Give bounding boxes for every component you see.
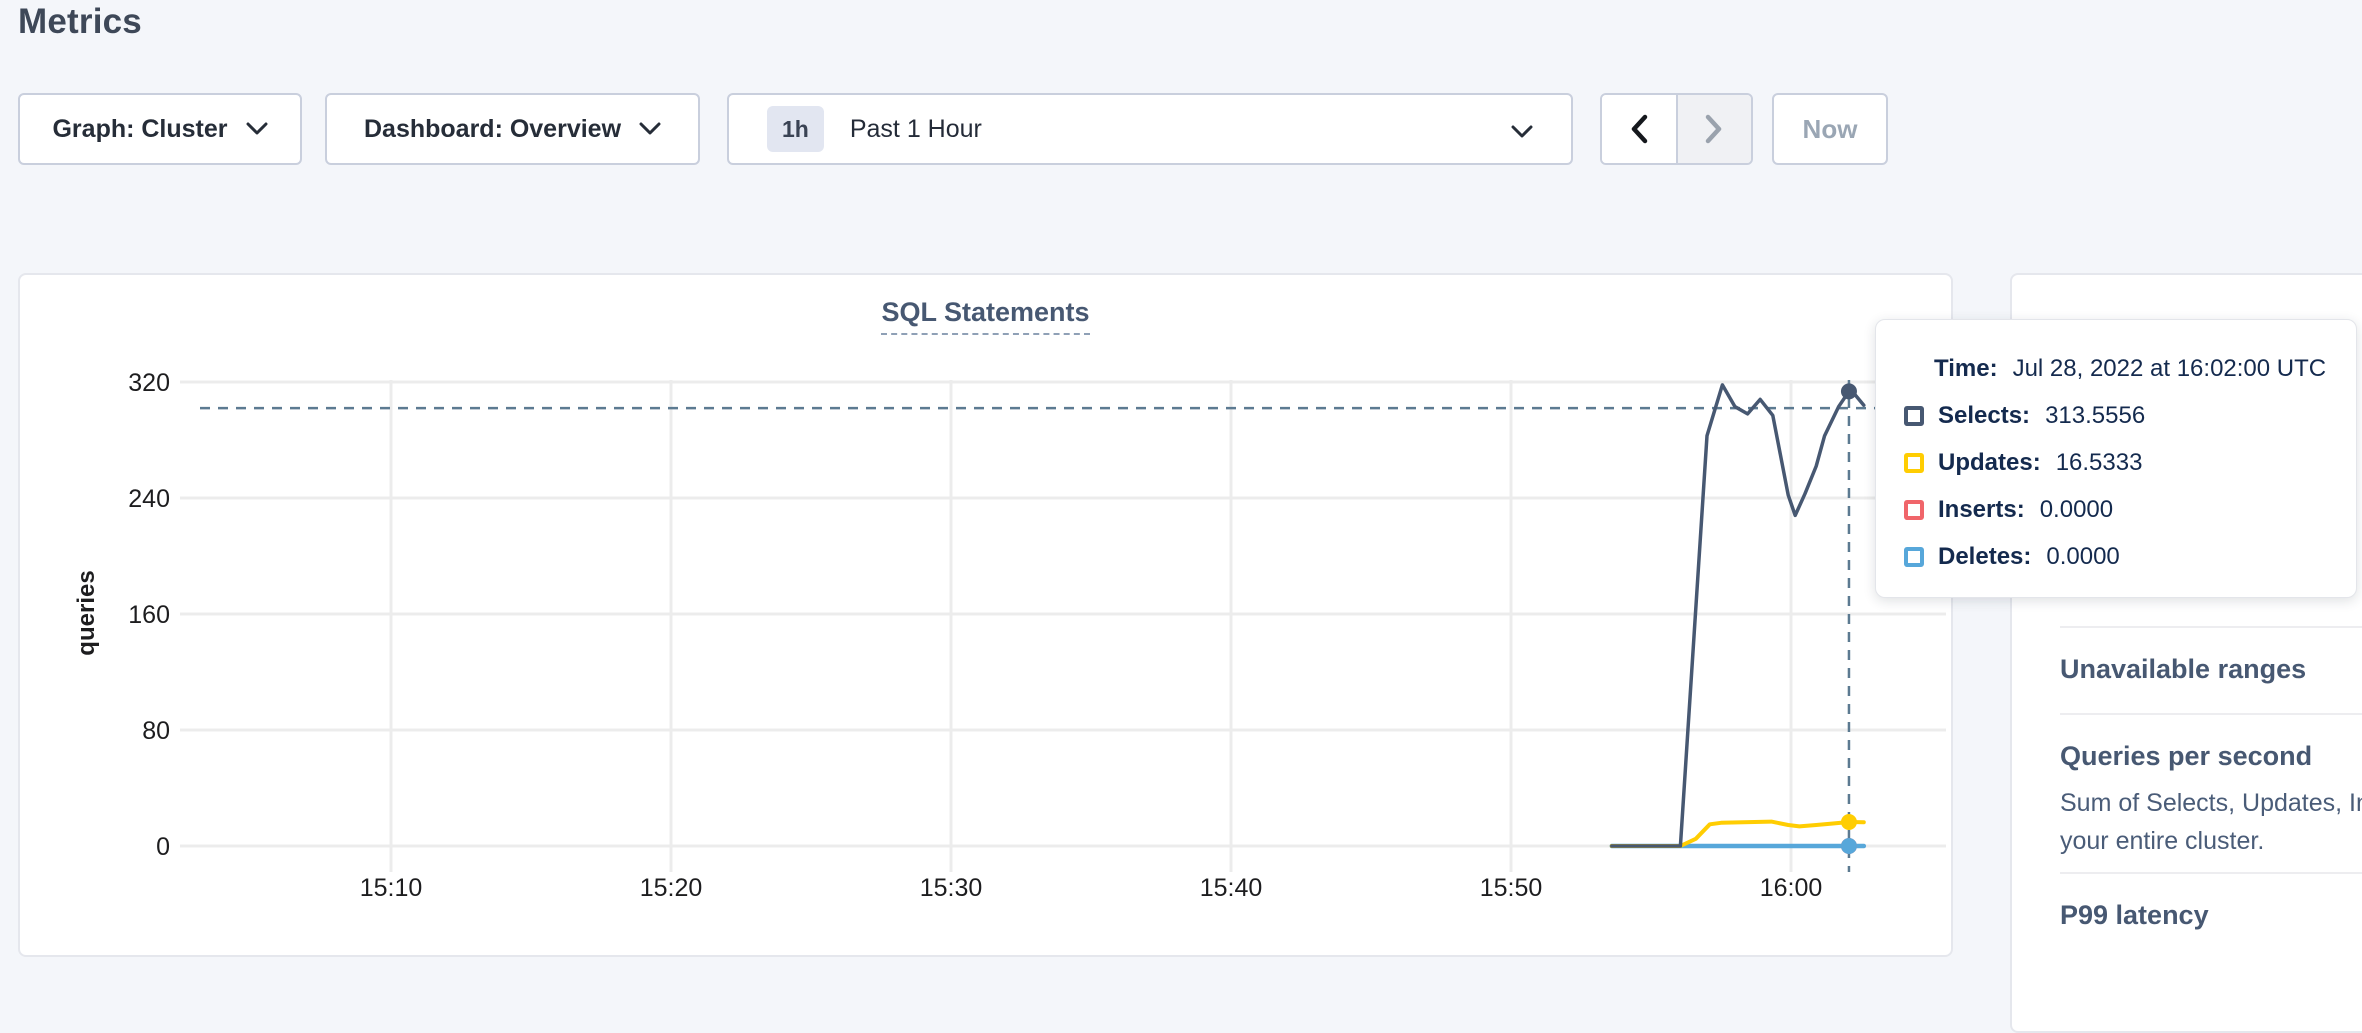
time-window-badge: 1h — [767, 106, 824, 152]
graph-selector-dropdown[interactable]: Graph: Cluster — [18, 93, 302, 165]
chevron-right-icon — [1705, 114, 1723, 144]
tooltip-row-updates: Updates: 16.5333 — [1904, 439, 2356, 486]
svg-text:160: 160 — [128, 601, 170, 629]
sidebar-section-queries-per-second: Queries per second Sum of Selects, Updat… — [2060, 713, 2362, 872]
sidebar-section-p99-latency: P99 latency — [2060, 872, 2362, 957]
tooltip-time-value: Jul 28, 2022 at 16:02:00 UTC — [2013, 355, 2327, 383]
sidebar-section-description: Sum of Selects, Updates, Inser your enti… — [2060, 784, 2362, 860]
chevron-down-icon — [639, 122, 661, 136]
svg-text:320: 320 — [128, 369, 170, 397]
now-button[interactable]: Now — [1772, 93, 1888, 165]
metrics-page: Metrics Graph: Cluster Dashboard: Overvi… — [0, 0, 2362, 966]
tooltip-time-label: Time: — [1934, 355, 1998, 383]
deletes-swatch-icon — [1904, 547, 1924, 567]
sidebar-sections: Unavailable ranges Queries per second Su… — [2060, 626, 2362, 957]
svg-text:15:30: 15:30 — [920, 874, 983, 902]
svg-text:15:40: 15:40 — [1200, 874, 1263, 902]
tooltip-row-inserts: Inserts: 0.0000 — [1904, 486, 2356, 533]
inserts-swatch-icon — [1904, 500, 1924, 520]
tooltip-series-value: 0.0000 — [2040, 496, 2113, 524]
chevron-down-icon — [246, 122, 268, 136]
svg-text:80: 80 — [142, 717, 170, 745]
sql-statements-chart[interactable]: 0 80 160 240 320 15:10 15:20 15:30 15:40 15:50 16:… — [20, 275, 1955, 959]
svg-text:15:10: 15:10 — [360, 874, 423, 902]
page-title: Metrics — [18, 2, 142, 42]
tooltip-series-label: Selects: — [1938, 402, 2030, 430]
chart-axis-labels: 0 80 160 240 320 15:10 15:20 15:30 15:40 15:50 16:… — [128, 369, 1822, 902]
chart-tooltip: Time: Jul 28, 2022 at 16:02:00 UTC Selec… — [1875, 319, 2357, 598]
sidebar-section-title: P99 latency — [2060, 900, 2362, 931]
svg-text:240: 240 — [128, 485, 170, 513]
chart-series-updates — [1612, 822, 1864, 846]
chart-hover-dot-selects — [1841, 383, 1857, 399]
svg-text:0: 0 — [156, 833, 170, 861]
tooltip-series-value: 0.0000 — [2046, 543, 2119, 571]
svg-text:15:20: 15:20 — [640, 874, 703, 902]
tooltip-series-label: Deletes: — [1938, 543, 2031, 571]
time-step-back-button[interactable] — [1602, 95, 1676, 163]
sidebar-section-title: Queries per second — [2060, 741, 2362, 772]
svg-text:16:00: 16:00 — [1760, 874, 1823, 902]
graph-selector-label: Graph: Cluster — [52, 115, 227, 144]
chart-hover-dot-deletes — [1841, 838, 1857, 854]
time-window-label: Past 1 Hour — [850, 115, 982, 144]
sql-statements-card: SQL Statements 08016024032015:1015:2015:… — [18, 273, 1953, 957]
chevron-left-icon — [1630, 114, 1648, 144]
dashboard-selector-label: Dashboard: Overview — [364, 115, 621, 144]
time-step-button-group — [1600, 93, 1753, 165]
svg-text:15:50: 15:50 — [1480, 874, 1543, 902]
chevron-down-icon — [1511, 125, 1533, 139]
sidebar-section-unavailable-ranges: Unavailable ranges — [2060, 626, 2362, 713]
chart-grid — [180, 380, 1946, 872]
sidebar-section-title: Unavailable ranges — [2060, 654, 2362, 685]
selects-swatch-icon — [1904, 406, 1924, 426]
tooltip-series-label: Updates: — [1938, 449, 2041, 477]
dashboard-selector-dropdown[interactable]: Dashboard: Overview — [325, 93, 700, 165]
tooltip-series-value: 313.5556 — [2045, 402, 2145, 430]
tooltip-series-label: Inserts: — [1938, 496, 2025, 524]
chart-hover-dot-updates — [1841, 814, 1857, 830]
tooltip-time-row: Time: Jul 28, 2022 at 16:02:00 UTC — [1934, 345, 2356, 392]
time-range-picker[interactable]: 1h Past 1 Hour — [727, 93, 1573, 165]
time-step-forward-button[interactable] — [1676, 95, 1752, 163]
tooltip-row-deletes: Deletes: 0.0000 — [1904, 533, 2356, 580]
updates-swatch-icon — [1904, 453, 1924, 473]
tooltip-series-value: 16.5333 — [2056, 449, 2143, 477]
tooltip-row-selects: Selects: 313.5556 — [1904, 392, 2356, 439]
y-axis-label: queries — [73, 570, 100, 655]
